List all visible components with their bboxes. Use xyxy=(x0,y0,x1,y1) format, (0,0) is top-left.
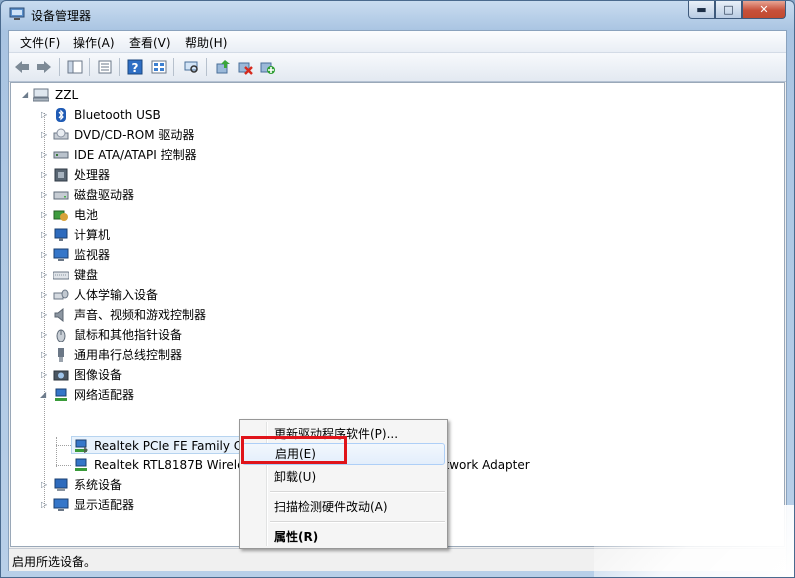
expand-icon[interactable]: ▷ xyxy=(41,326,49,344)
battery-icon xyxy=(53,210,68,221)
expand-icon[interactable]: ▷ xyxy=(41,246,49,264)
collapse-icon[interactable]: ◢ xyxy=(22,86,30,104)
console-tree-icon[interactable] xyxy=(66,58,84,76)
scan-hardware-icon[interactable] xyxy=(258,58,276,76)
ide-controller-icon xyxy=(53,151,69,159)
expand-icon[interactable]: ▷ xyxy=(41,146,49,164)
tree-item-mouse[interactable]: ▷ 鼠标和其他指针设备 xyxy=(11,326,311,344)
device-manager-app-icon xyxy=(9,7,25,20)
expand-icon[interactable]: ▷ xyxy=(41,476,49,494)
mouse-icon xyxy=(56,329,66,342)
expand-icon[interactable]: ▷ xyxy=(41,186,49,204)
expand-icon[interactable]: ▷ xyxy=(41,366,49,384)
tree-item-usb[interactable]: ▷ 通用串行总线控制器 xyxy=(11,346,311,364)
tree-item-keyboard[interactable]: ▷ 键盘 xyxy=(11,266,311,284)
scan-view-icon[interactable] xyxy=(182,58,200,76)
properties-icon[interactable] xyxy=(96,58,114,76)
expand-icon[interactable]: ▷ xyxy=(41,166,49,184)
uninstall-icon[interactable] xyxy=(236,58,254,76)
menu-action[interactable]: 操作(A) xyxy=(73,34,115,51)
tree-item-sound[interactable]: ▷ 声音、视频和游戏控制器 xyxy=(11,306,311,324)
speaker-icon xyxy=(54,308,64,322)
menu-uninstall[interactable]: 卸载(U) xyxy=(242,466,445,488)
update-driver-icon[interactable] xyxy=(214,58,232,76)
menu-file[interactable]: 文件(F) xyxy=(20,34,60,51)
monitor-icon xyxy=(53,248,69,261)
network-adapter-icon xyxy=(55,388,67,401)
title-bar[interactable]: 设备管理器 ▬ □ ✕ xyxy=(1,1,794,29)
tree-item-disk[interactable]: ▷ 磁盘驱动器 xyxy=(11,186,311,204)
toolbar: ? xyxy=(9,53,786,82)
keyboard-icon xyxy=(53,271,69,280)
bluetooth-icon xyxy=(56,108,66,122)
forward-icon[interactable] xyxy=(35,58,53,76)
menu-scan-hardware[interactable]: 扫描检测硬件改动(A) xyxy=(242,496,445,518)
dvd-drive-icon xyxy=(53,128,69,140)
network-adapter-icon xyxy=(75,439,88,453)
minimize-button[interactable]: ▬ xyxy=(688,1,715,19)
processor-icon xyxy=(54,168,68,182)
usb-icon xyxy=(58,348,64,362)
view-icon[interactable] xyxy=(150,58,168,76)
computer-icon xyxy=(33,88,49,102)
tree-item-hid[interactable]: ▷ 人体学输入设备 xyxy=(11,286,311,304)
display-adapter-icon xyxy=(53,498,69,511)
expand-icon[interactable]: ▷ xyxy=(41,226,49,244)
tree-item-computer[interactable]: ▷ 计算机 xyxy=(11,226,311,244)
menu-help[interactable]: 帮助(H) xyxy=(185,34,227,51)
tree-item-ide[interactable]: ▷ IDE ATA/ATAPI 控制器 xyxy=(11,146,311,164)
corner-fade xyxy=(594,505,794,577)
tree-item-battery[interactable]: ▷ 电池 xyxy=(11,206,311,224)
expand-icon[interactable]: ▷ xyxy=(41,286,49,304)
collapse-icon[interactable]: ◢ xyxy=(40,386,48,404)
menu-properties[interactable]: 属性(R) xyxy=(242,526,445,548)
menu-bar: 文件(F) 操作(A) 查看(V) 帮助(H) xyxy=(9,31,786,53)
svg-text:?: ? xyxy=(132,61,139,75)
back-icon[interactable] xyxy=(13,58,31,76)
menu-view[interactable]: 查看(V) xyxy=(129,34,171,51)
tree-root[interactable]: ◢ ZZL xyxy=(11,86,211,104)
computer-icon xyxy=(54,228,68,241)
camera-icon xyxy=(53,370,69,381)
expand-icon[interactable]: ▷ xyxy=(41,346,49,364)
expand-icon[interactable]: ▷ xyxy=(41,126,49,144)
window-title: 设备管理器 xyxy=(31,9,92,23)
expand-icon[interactable]: ▷ xyxy=(41,106,49,124)
tree-item-dvd[interactable]: ▷ DVD/CD-ROM 驱动器 xyxy=(11,126,311,144)
tree-item-processor[interactable]: ▷ 处理器 xyxy=(11,166,311,184)
help-icon[interactable]: ? xyxy=(126,58,144,76)
root-label: ZZL xyxy=(55,88,79,102)
tree-item-network[interactable]: ◢ 网络适配器 xyxy=(11,386,311,404)
network-adapter-icon xyxy=(75,458,87,471)
tree-item-bluetooth[interactable]: ▷ Bluetooth USB xyxy=(11,106,311,124)
status-text: 启用所选设备。 xyxy=(12,555,97,569)
tree-item-monitor[interactable]: ▷ 监视器 xyxy=(11,246,311,264)
disk-drive-icon xyxy=(53,191,69,200)
hid-icon xyxy=(53,289,69,300)
system-device-icon xyxy=(54,478,68,491)
expand-icon[interactable]: ▷ xyxy=(41,306,49,324)
close-button[interactable]: ✕ xyxy=(742,1,786,19)
expand-icon[interactable]: ▷ xyxy=(41,266,49,284)
tree-item-imaging[interactable]: ▷ 图像设备 xyxy=(11,366,311,384)
expand-icon[interactable]: ▷ xyxy=(41,206,49,224)
maximize-button[interactable]: □ xyxy=(715,1,742,19)
expand-icon[interactable]: ▷ xyxy=(41,496,49,514)
highlight-box xyxy=(241,436,347,464)
